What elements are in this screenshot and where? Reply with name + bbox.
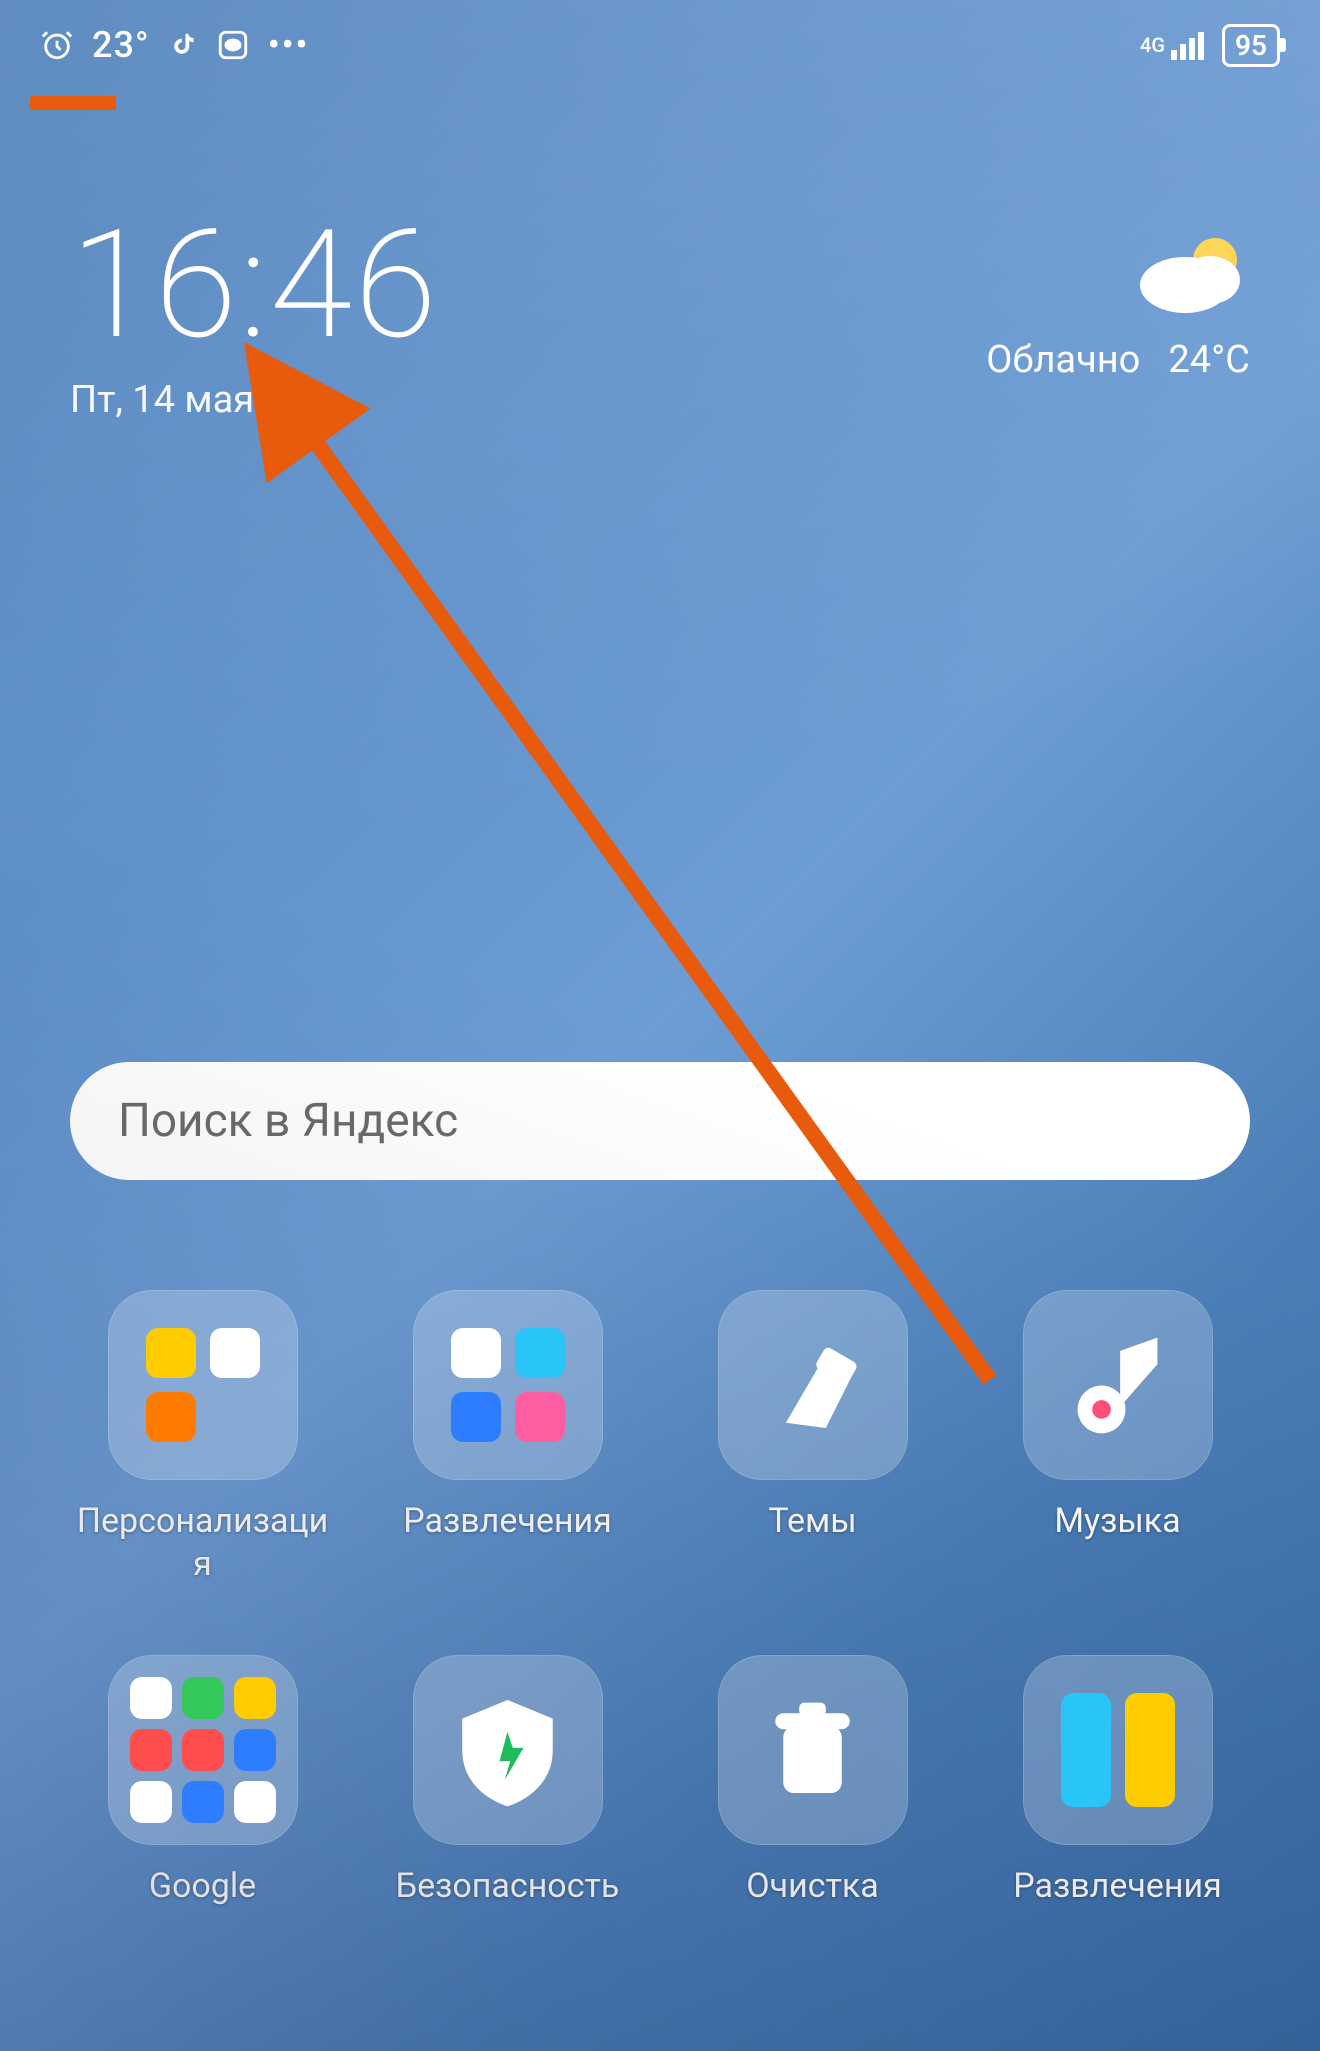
- status-right: 4G 95: [1140, 24, 1280, 67]
- battery-level: 95: [1235, 29, 1267, 62]
- app-entertainment-2[interactable]: Развлечения: [988, 1655, 1248, 1908]
- weather-temp: 24°C: [1168, 338, 1250, 382]
- app-label: Очистка: [746, 1865, 879, 1908]
- security-icon: [413, 1655, 603, 1845]
- app-label: Google: [149, 1865, 256, 1908]
- weather-condition: Облачно: [986, 338, 1140, 382]
- search-container: Поиск в Яндекс: [0, 1062, 1320, 1180]
- status-temperature: 23°: [92, 24, 150, 66]
- app-label: Темы: [768, 1500, 856, 1543]
- app-security[interactable]: Безопасность: [378, 1655, 638, 1908]
- folder-icon: [108, 1655, 298, 1845]
- app-themes[interactable]: Темы: [683, 1290, 943, 1585]
- signal-icon: [1171, 30, 1204, 60]
- weather-widget[interactable]: Облачно 24°C: [986, 210, 1250, 382]
- app-google[interactable]: Google: [73, 1655, 333, 1908]
- chat-icon: [216, 28, 250, 62]
- app-cleanup[interactable]: Очистка: [683, 1655, 943, 1908]
- tiktok-icon: [168, 30, 198, 60]
- folder-icon: [413, 1290, 603, 1480]
- music-icon: [1023, 1290, 1213, 1480]
- weather-icon: [986, 230, 1250, 320]
- clock-widget[interactable]: 16:46 Пт, 14 мая: [70, 210, 439, 422]
- more-icon: •••: [268, 25, 310, 65]
- app-grid: Персонализация Развлечения Темы Музыка: [0, 1290, 1320, 1908]
- network-label: 4G: [1140, 35, 1165, 55]
- app-label: Безопасность: [396, 1865, 620, 1908]
- status-bar[interactable]: 23° ••• 4G 95: [0, 0, 1320, 80]
- app-personalization[interactable]: Персонализация: [73, 1290, 333, 1585]
- weather-description: Облачно 24°C: [986, 338, 1250, 382]
- cleanup-icon: [718, 1655, 908, 1845]
- themes-icon: [718, 1290, 908, 1480]
- annotation-underline: [30, 96, 116, 110]
- search-bar[interactable]: Поиск в Яндекс: [70, 1062, 1250, 1180]
- clock-time: 16:46: [70, 210, 439, 360]
- status-left: 23° •••: [40, 24, 309, 66]
- search-placeholder: Поиск в Яндекс: [118, 1094, 458, 1148]
- app-music[interactable]: Музыка: [988, 1290, 1248, 1585]
- app-label: Персонализация: [73, 1500, 333, 1585]
- app-entertainment-1[interactable]: Развлечения: [378, 1290, 638, 1585]
- folder-icon: [108, 1290, 298, 1480]
- battery-indicator: 95: [1222, 24, 1280, 67]
- app-label: Развлечения: [1013, 1865, 1222, 1908]
- widget-row: 16:46 Пт, 14 мая Облачно 24°C: [0, 80, 1320, 422]
- folder-icon: [1023, 1655, 1213, 1845]
- alarm-icon: [40, 28, 74, 62]
- clock-date: Пт, 14 мая: [70, 378, 439, 422]
- app-label: Музыка: [1054, 1500, 1180, 1543]
- app-label: Развлечения: [403, 1500, 612, 1543]
